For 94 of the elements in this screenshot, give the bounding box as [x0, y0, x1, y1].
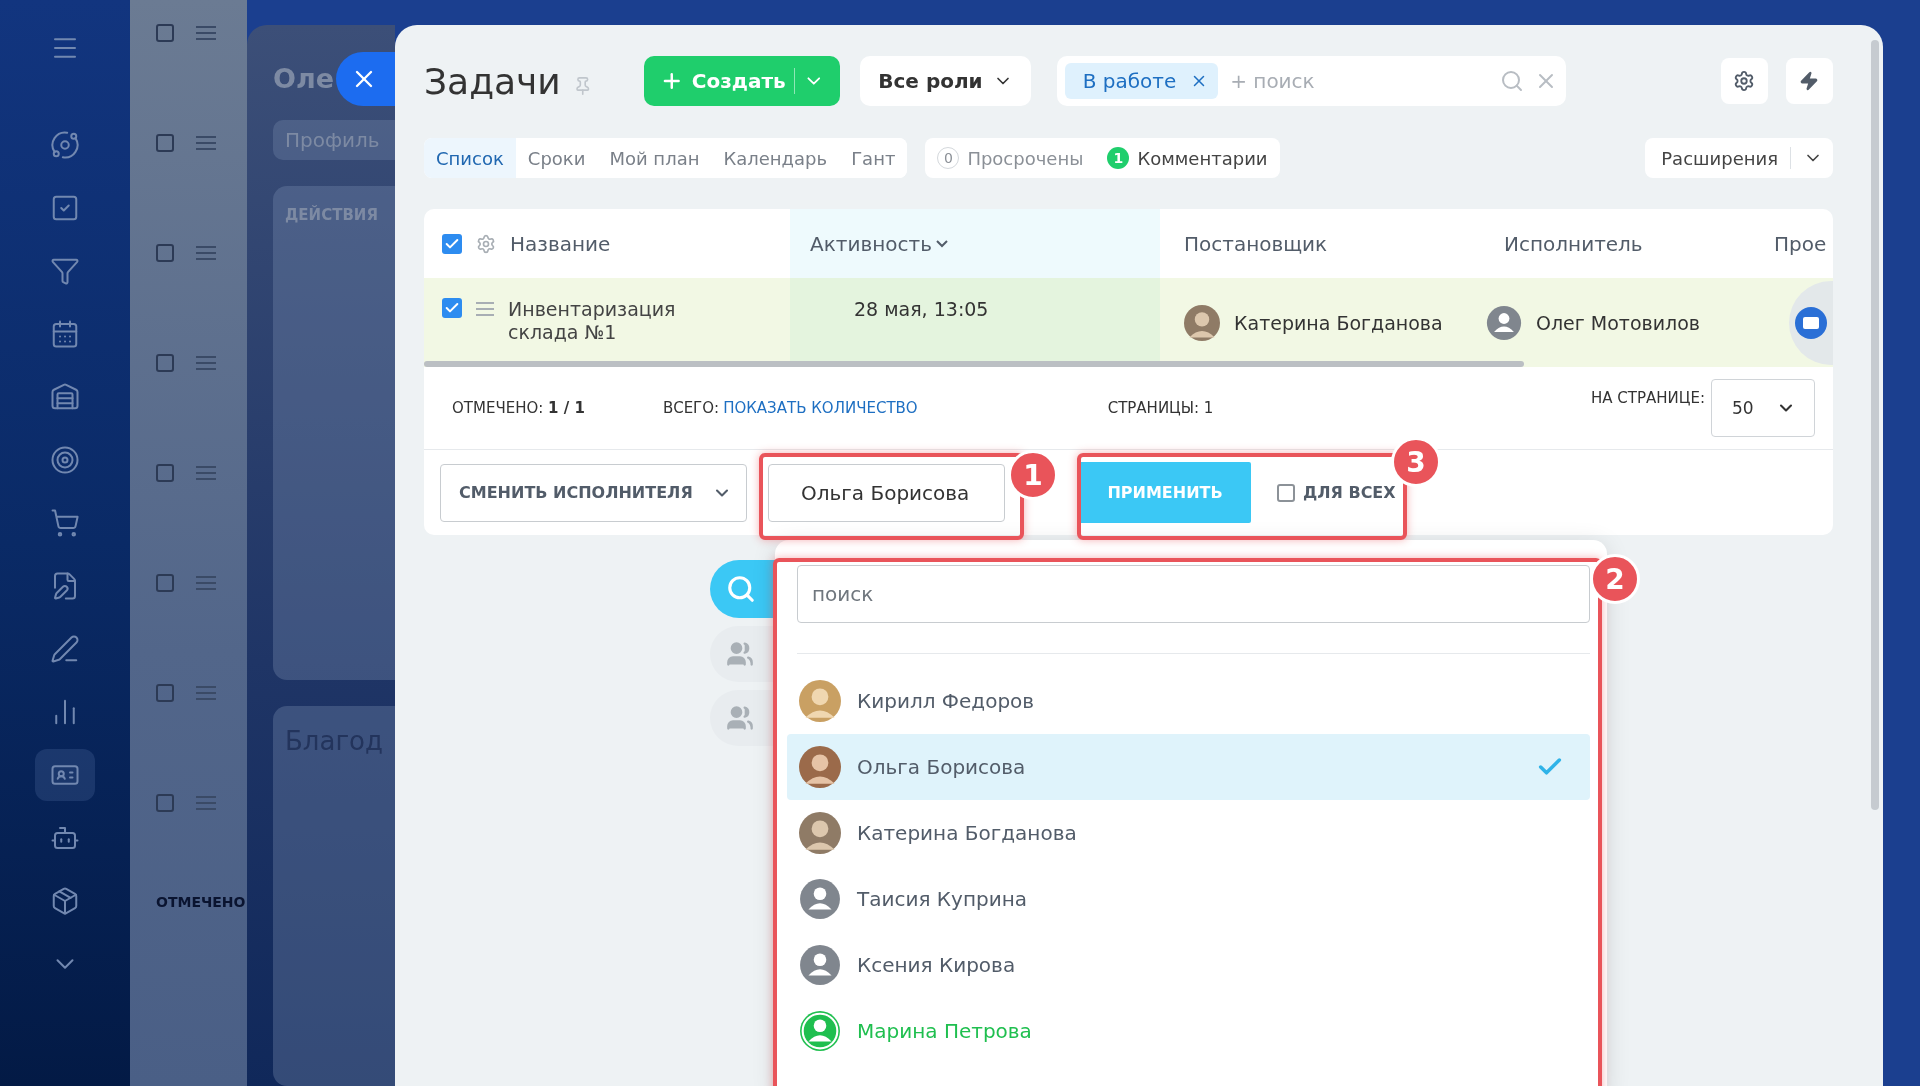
row-checkbox[interactable] — [442, 298, 462, 318]
user-item[interactable]: Катерина Богданова — [787, 800, 1590, 866]
user-item[interactable]: Ксения Кирова — [787, 932, 1590, 998]
checkbox[interactable] — [156, 464, 174, 482]
column-header[interactable]: Активность — [810, 231, 948, 256]
users-icon — [726, 704, 754, 732]
search-field[interactable]: поиск — [797, 565, 1590, 623]
checkbox[interactable] — [156, 574, 174, 592]
user-name: Кирилл Федоров — [857, 689, 1035, 713]
column-header[interactable]: Исполнитель — [1504, 231, 1643, 256]
user-item[interactable]: Ольга Борисова — [787, 734, 1590, 800]
pages-count: СТРАНИЦЫ: 1 — [1107, 399, 1214, 417]
avatar-icon — [799, 1010, 841, 1052]
avatar — [799, 746, 841, 788]
filter-chip[interactable]: В работе — [1064, 63, 1219, 99]
horizontal-scrollbar[interactable] — [424, 361, 1524, 367]
action-select[interactable]: СМЕНИТЬ ИСПОЛНИТЕЛЯ — [440, 463, 747, 522]
checkbox[interactable] — [156, 354, 174, 372]
cart-icon — [50, 508, 80, 538]
checkbox[interactable] — [156, 134, 174, 152]
target-icon — [50, 445, 80, 475]
drag-handle-icon — [196, 686, 216, 700]
box-icon — [50, 886, 80, 916]
nodes-icon — [50, 130, 80, 160]
user-name: Таисия Куприна — [857, 887, 1027, 911]
selector-tab[interactable] — [710, 690, 775, 746]
user-field[interactable]: Ольга Борисова — [768, 463, 1005, 522]
show-count-link[interactable]: ПОКАЗАТЬ КОЛИЧЕСТВО — [723, 399, 918, 417]
checkbox[interactable] — [156, 244, 174, 262]
panel-title: Оле — [273, 63, 335, 94]
roles-dropdown[interactable]: Все роли — [860, 56, 1031, 106]
select-all-checkbox[interactable] — [442, 233, 462, 254]
avatar — [799, 812, 841, 854]
folder-icon — [1795, 306, 1827, 339]
checkbox[interactable] — [156, 794, 174, 812]
user-item[interactable]: Таисия Куприна — [787, 866, 1590, 932]
user-name: Ксения Кирова — [857, 953, 1016, 977]
avatar — [1184, 304, 1220, 341]
drag-handle-icon — [196, 796, 216, 810]
drag-handle-icon — [196, 246, 216, 260]
lightning-button[interactable] — [1785, 58, 1833, 104]
counter-badge: 1 — [1107, 147, 1130, 169]
drag-handle-icon — [196, 136, 216, 150]
per-page-select[interactable]: 50 — [1711, 379, 1815, 437]
calendar-icon — [50, 319, 80, 349]
settings-button[interactable] — [1720, 58, 1768, 104]
drag-handle-icon — [196, 576, 216, 590]
filter-search-field[interactable]: В работе + поиск — [1056, 56, 1566, 106]
scrollbar[interactable] — [1871, 40, 1879, 810]
funnel-icon — [50, 256, 80, 286]
activity-date: 28 мая, 13:05 — [854, 298, 989, 320]
garage-icon — [50, 382, 80, 412]
avatar-icon — [1486, 304, 1522, 341]
sidebar-item[interactable] — [35, 749, 95, 801]
drag-handle-icon — [196, 466, 216, 480]
settings-icon[interactable] — [476, 233, 496, 254]
marked-label: ОТМЕЧЕНО — [156, 894, 247, 910]
search-icon — [726, 574, 756, 604]
user-name: Ольга Борисова — [857, 755, 1026, 779]
avatar-icon — [799, 878, 841, 920]
sort-icon — [935, 239, 948, 248]
extensions-button[interactable]: Расширения — [1645, 138, 1833, 178]
checkbox[interactable] — [156, 24, 174, 42]
checkbox-icon — [50, 193, 80, 223]
lightning-icon — [1799, 71, 1820, 91]
column-header[interactable]: Постановщик — [1184, 231, 1328, 256]
checkbox[interactable] — [156, 684, 174, 702]
selector-tab[interactable] — [710, 626, 775, 682]
task-title[interactable]: Инвентаризация склада №1 — [508, 298, 678, 344]
drag-handle-icon[interactable] — [476, 302, 494, 316]
column-header[interactable]: Прое — [1774, 231, 1827, 256]
close-button[interactable] — [336, 52, 395, 106]
marked-count: ОТМЕЧЕНО: 1 / 1 — [452, 399, 585, 417]
search-icon[interactable] — [1499, 69, 1524, 93]
creator-name[interactable]: Катерина Богданова — [1234, 311, 1443, 334]
total-label: ВСЕГО: — [662, 399, 720, 417]
drag-handle-icon — [196, 26, 216, 40]
user-name: Марина Петрова — [857, 1019, 1032, 1043]
assignee-name[interactable]: Олег Мотовилов — [1536, 311, 1701, 334]
pen-icon — [50, 634, 80, 664]
step-badge: 2 — [1590, 554, 1640, 604]
settings-icon — [1733, 70, 1756, 92]
users-icon — [726, 640, 754, 668]
view-tab[interactable]: Список — [424, 138, 516, 178]
avatar-icon — [799, 944, 841, 986]
user-item[interactable]: Кирилл Федоров — [787, 668, 1590, 734]
counter-label[interactable]: Комментарии — [1137, 147, 1268, 169]
drag-handle-icon — [196, 356, 216, 370]
column-header[interactable]: Название — [510, 231, 611, 256]
per-page-label: НА СТРАНИЦЕ: — [1591, 389, 1705, 407]
page-title: Задачи — [424, 60, 561, 102]
selector-tab[interactable] — [710, 560, 775, 618]
avatar — [799, 680, 841, 722]
user-name: Катерина Богданова — [857, 821, 1077, 845]
